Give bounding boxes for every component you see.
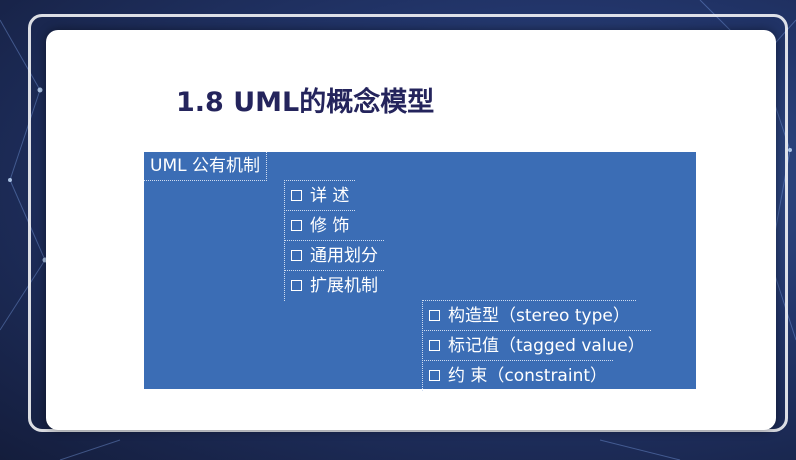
tree-item-constraint: 约 束（constraint） [422, 360, 614, 391]
checkbox-bullet-icon [291, 219, 302, 231]
mechanism-tree-panel: UML 公有机制 详 述 修 饰 通用划分 扩展机制 构造型（stereo ty… [144, 152, 696, 391]
tree-item-label: 扩展机制 [310, 276, 378, 296]
tree-item-label: 标记值（tagged value） [448, 336, 645, 356]
tree-item-label: 通用划分 [310, 246, 378, 266]
tree-item-label: 构造型（stereo type） [448, 306, 630, 326]
checkbox-bullet-icon [429, 369, 440, 381]
slide-title: 1.8 UML的概念模型 [176, 87, 435, 118]
tree-item-label: 修 饰 [310, 216, 350, 236]
checkbox-bullet-icon [291, 279, 302, 291]
tree-item-stereotype: 构造型（stereo type） [422, 300, 636, 331]
checkbox-bullet-icon [429, 309, 440, 321]
tree-item-label: 约 束（constraint） [448, 366, 608, 386]
checkbox-bullet-icon [291, 189, 302, 201]
tree-item-extensibility: 扩展机制 [284, 270, 384, 301]
checkbox-bullet-icon [291, 249, 302, 261]
tree-item-tagged-value: 标记值（tagged value） [422, 330, 651, 361]
tree-item-label: 详 述 [310, 186, 350, 206]
checkbox-bullet-icon [429, 339, 440, 351]
tree-item-elaboration: 详 述 [284, 180, 356, 211]
tree-root-label: UML 公有机制 [144, 152, 267, 181]
tree-item-adornment: 修 饰 [284, 210, 356, 241]
slide: 1.8 UML的概念模型 UML 公有机制 详 述 修 饰 通用划分 扩展机制 … [46, 30, 776, 430]
tree-item-common-division: 通用划分 [284, 240, 384, 271]
